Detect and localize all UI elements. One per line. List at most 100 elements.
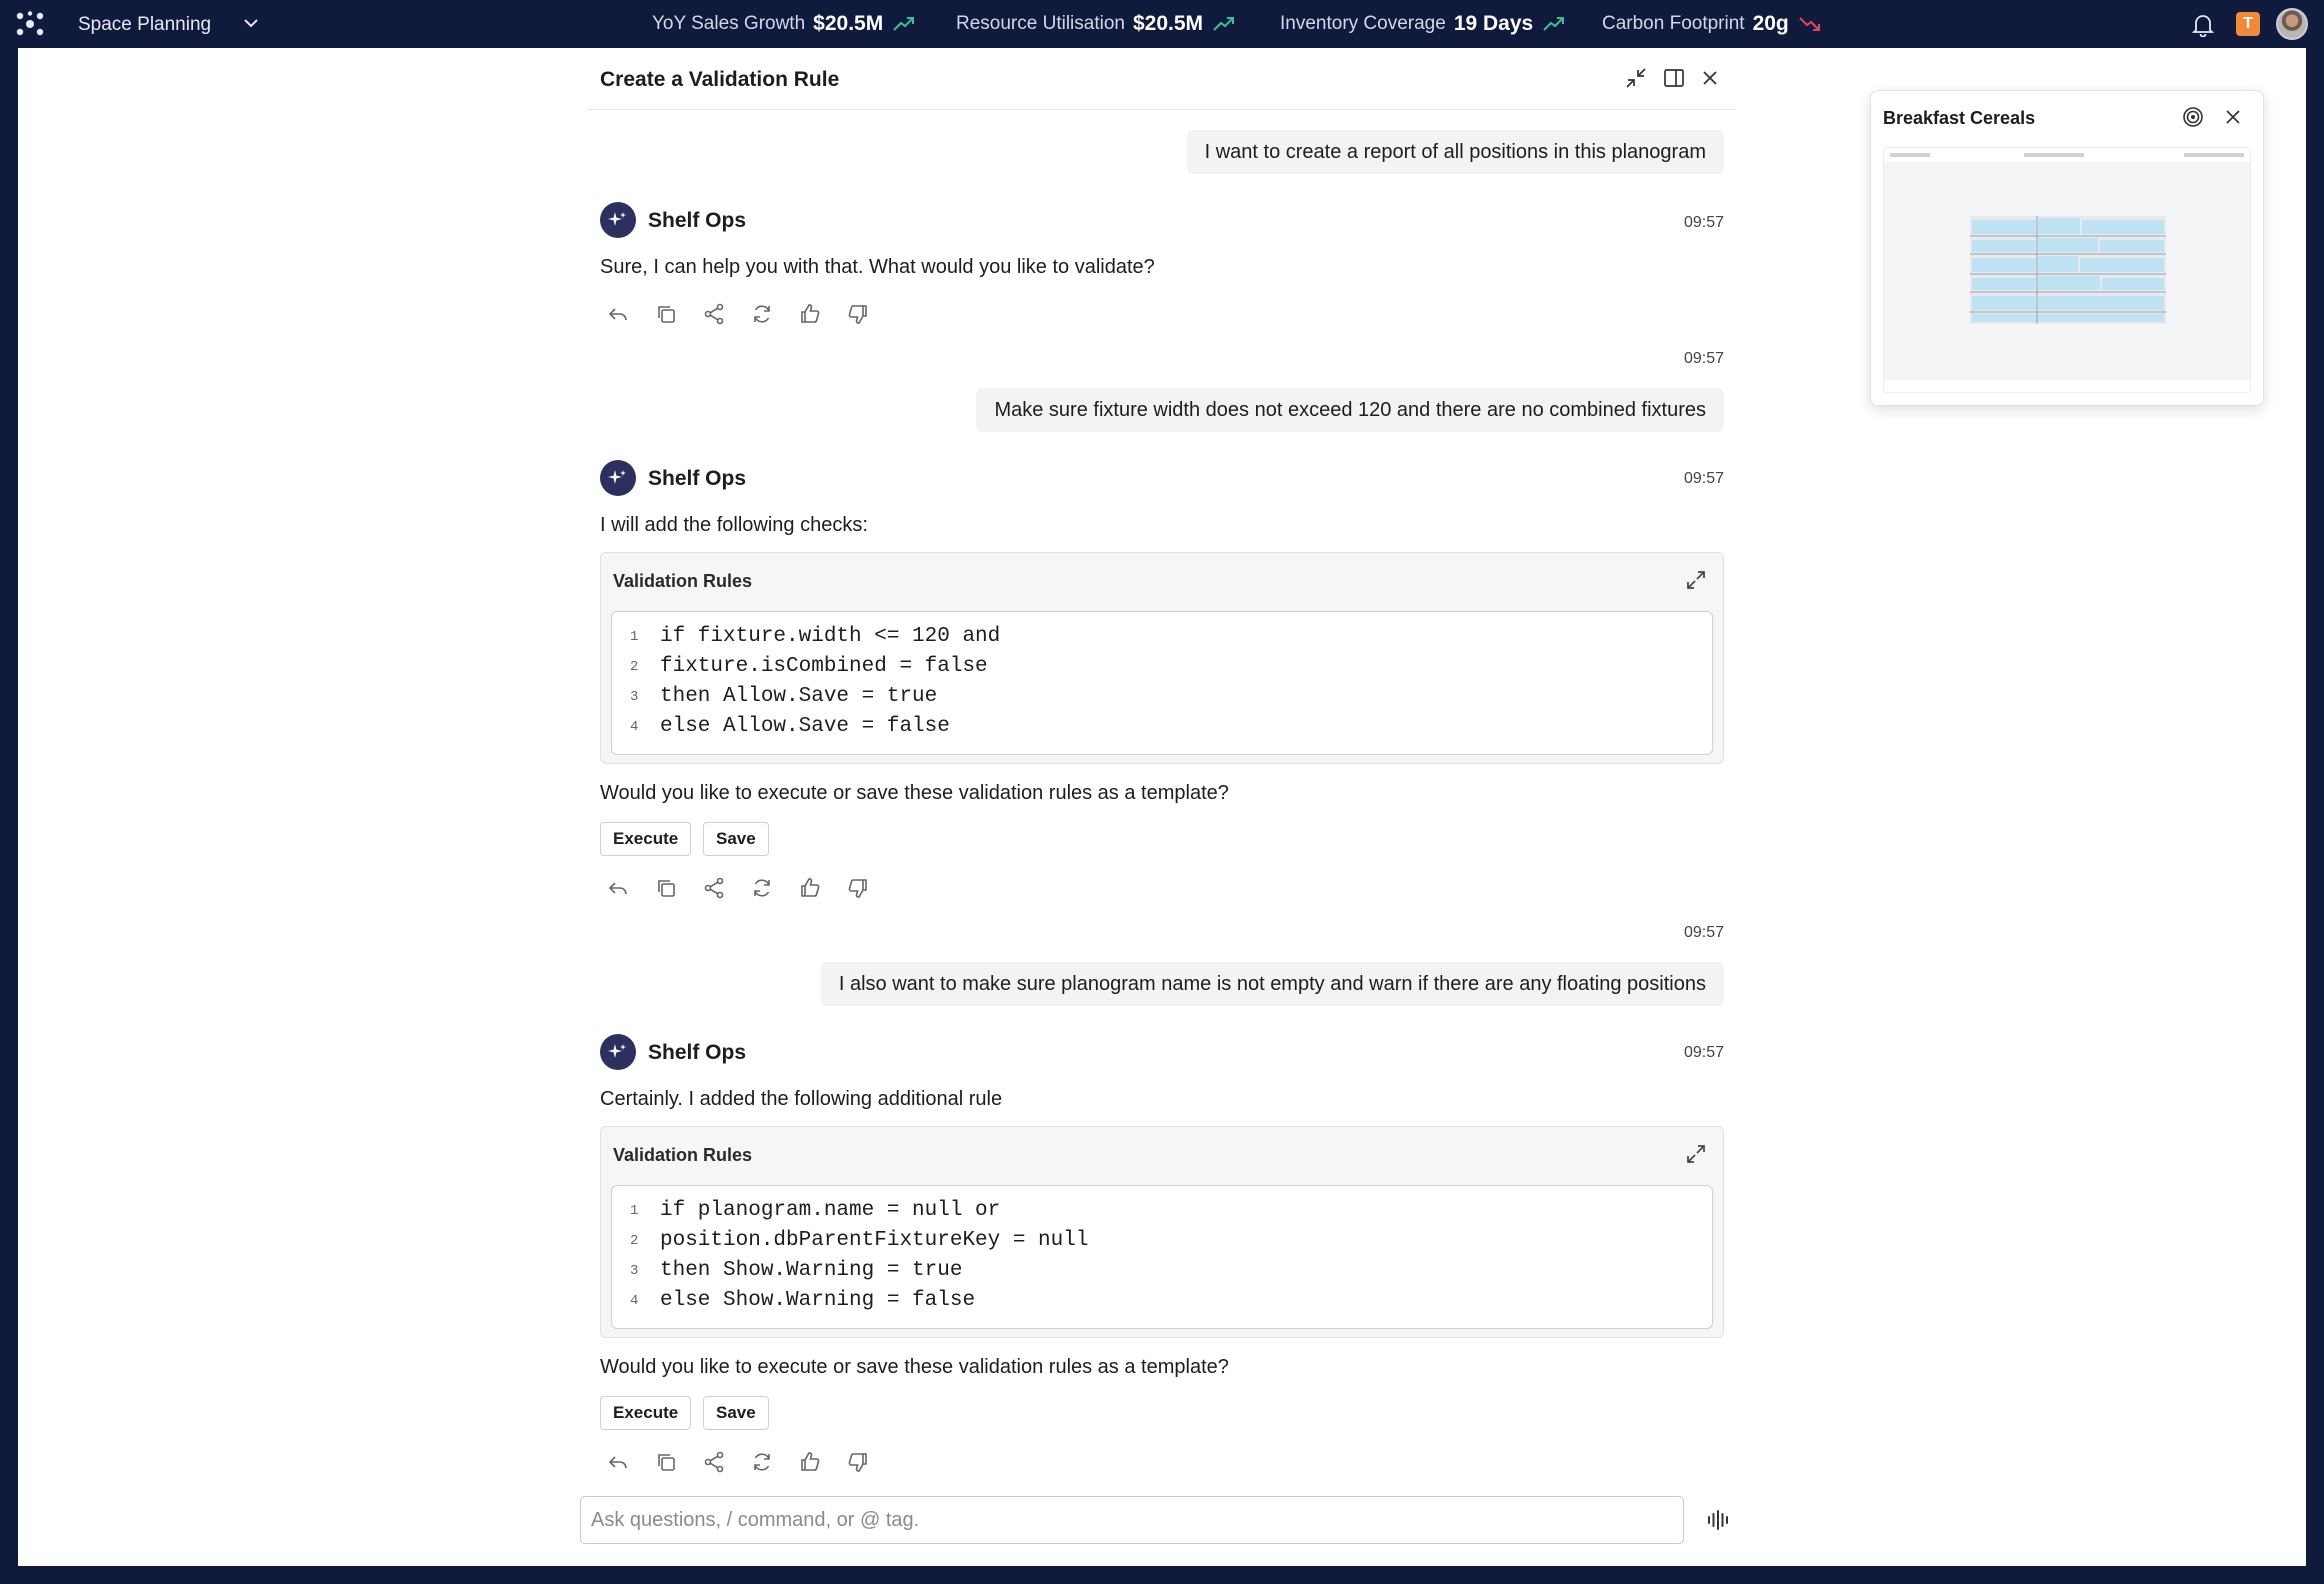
code-text: then Show.Warning = true <box>660 1259 963 1282</box>
kpi-label: YoY Sales Growth <box>652 13 806 34</box>
line-number: 4 <box>630 719 639 735</box>
expand-icon[interactable] <box>1685 1143 1707 1165</box>
bot-avatar <box>600 202 636 238</box>
code-block[interactable]: 1 if fixture.width <= 120 and 2 fixture.is… <box>611 611 1713 755</box>
message-time: 09:57 <box>1683 470 1724 487</box>
code-text: if fixture.width <= 120 and <box>660 625 1001 648</box>
chevron-down-icon[interactable] <box>242 14 260 32</box>
target-icon[interactable] <box>2181 105 2205 129</box>
regenerate-icon[interactable] <box>750 1450 774 1474</box>
thumbs-up-icon[interactable] <box>798 302 822 326</box>
close-icon[interactable] <box>1698 66 1722 90</box>
share-icon[interactable] <box>702 1450 726 1474</box>
close-icon[interactable] <box>2223 107 2243 127</box>
user-badge[interactable]: T <box>2236 12 2260 36</box>
copy-icon[interactable] <box>654 1450 678 1474</box>
avatar[interactable] <box>2276 8 2308 40</box>
line-number: 2 <box>630 659 639 675</box>
reply-icon[interactable] <box>606 302 630 326</box>
app-name[interactable]: Space Planning <box>78 14 211 36</box>
thumbs-up-icon[interactable] <box>798 1450 822 1474</box>
bot-avatar <box>600 460 636 496</box>
execute-button[interactable]: Execute <box>600 1396 692 1430</box>
trend-up-icon <box>1213 17 1235 31</box>
kpi-resource-utilisation[interactable]: Resource Utilisation $20.5M <box>956 12 1235 36</box>
planogram-preview-card[interactable]: Breakfast Cereals <box>1870 90 2264 406</box>
kpi-carbon-footprint[interactable]: Carbon Footprint 20g <box>1602 12 1821 36</box>
message-time: 09:57 <box>1683 1044 1724 1061</box>
message-time: 09:57 <box>1683 214 1724 231</box>
code-card-title: Validation Rules <box>613 571 753 591</box>
bot-name: Shelf Ops <box>648 209 747 232</box>
code-text: else Allow.Save = false <box>660 715 950 738</box>
expand-icon[interactable] <box>1685 569 1707 591</box>
kpi-label: Carbon Footprint <box>1602 13 1745 34</box>
kpi-inventory-coverage[interactable]: Inventory Coverage 19 Days <box>1280 12 1565 36</box>
bot-name: Shelf Ops <box>648 1041 747 1064</box>
sparkle-icon <box>608 470 626 484</box>
kpi-value: 19 Days <box>1453 12 1534 35</box>
bell-icon[interactable] <box>2192 13 2214 37</box>
line-number: 1 <box>630 1203 639 1219</box>
user-message: I want to create a report of all positio… <box>1186 130 1724 174</box>
thumbs-down-icon[interactable] <box>846 1450 870 1474</box>
trend-up-icon <box>893 17 915 31</box>
side-panel-icon[interactable] <box>1662 66 1686 90</box>
message-time: 09:57 <box>1683 350 1724 367</box>
message-actions <box>606 876 894 900</box>
sparkle-icon <box>608 1044 626 1058</box>
message-actions <box>606 302 894 326</box>
copy-icon[interactable] <box>654 876 678 900</box>
planogram-thumbnail[interactable] <box>1883 147 2251 393</box>
thumbs-down-icon[interactable] <box>846 302 870 326</box>
code-block[interactable]: 1 if planogram.name = null or 2 position.d… <box>611 1185 1713 1329</box>
line-number: 1 <box>630 629 639 645</box>
regenerate-icon[interactable] <box>750 876 774 900</box>
save-button[interactable]: Save <box>703 822 769 856</box>
bot-avatar <box>600 1034 636 1070</box>
kpi-value: 20g <box>1752 12 1789 35</box>
message-time: 09:57 <box>1683 924 1724 941</box>
chat-panel-title: Create a Validation Rule <box>600 68 840 91</box>
app-logo-icon[interactable] <box>14 11 46 37</box>
copy-icon[interactable] <box>654 302 678 326</box>
bot-message: Certainly. I added the following additio… <box>600 1088 1003 1110</box>
user-message: I also want to make sure planogram name … <box>820 962 1724 1006</box>
kpi-value: $20.5M <box>1132 12 1204 35</box>
line-number: 2 <box>630 1233 639 1249</box>
bot-message: Sure, I can help you with that. What wou… <box>600 256 1155 278</box>
chat-input[interactable] <box>591 1505 1671 1535</box>
code-text: fixture.isCombined = false <box>660 655 988 678</box>
execute-button[interactable]: Execute <box>600 822 692 856</box>
planogram-thumbnail-image <box>1884 148 2250 392</box>
line-number: 3 <box>630 689 639 705</box>
preview-title: Breakfast Cereals <box>1883 108 2036 128</box>
kpi-yoy-sales-growth[interactable]: YoY Sales Growth $20.5M <box>652 12 915 36</box>
trend-down-icon <box>1799 17 1820 31</box>
code-text: else Show.Warning = false <box>660 1289 976 1312</box>
save-button[interactable]: Save <box>703 1396 769 1430</box>
share-icon[interactable] <box>702 302 726 326</box>
thumbs-up-icon[interactable] <box>798 876 822 900</box>
code-text: position.dbParentFixtureKey = null <box>660 1229 1089 1252</box>
voice-input-icon[interactable] <box>1706 1508 1732 1532</box>
thumbs-down-icon[interactable] <box>846 876 870 900</box>
share-icon[interactable] <box>702 876 726 900</box>
kpi-label: Inventory Coverage <box>1280 13 1446 34</box>
code-text: then Allow.Save = true <box>660 685 938 708</box>
collapse-icon[interactable] <box>1624 66 1648 90</box>
code-card: Validation Rules 1 if planogram.name = nu… <box>600 1126 1724 1338</box>
trend-up-icon <box>1543 17 1565 31</box>
reply-icon[interactable] <box>606 876 630 900</box>
bot-name: Shelf Ops <box>648 467 747 490</box>
line-number: 4 <box>630 1293 639 1309</box>
message-actions <box>606 1450 894 1474</box>
line-number: 3 <box>630 1263 639 1279</box>
code-card: Validation Rules 1 if fixture.width <= 12… <box>600 552 1724 764</box>
reply-icon[interactable] <box>606 1450 630 1474</box>
chat-input-box[interactable] <box>580 1496 1684 1544</box>
regenerate-icon[interactable] <box>750 302 774 326</box>
bot-followup: Would you like to execute or save these … <box>600 782 1229 804</box>
user-message: Make sure fixture width does not exceed … <box>976 388 1724 432</box>
kpi-value: $20.5M <box>813 12 884 35</box>
